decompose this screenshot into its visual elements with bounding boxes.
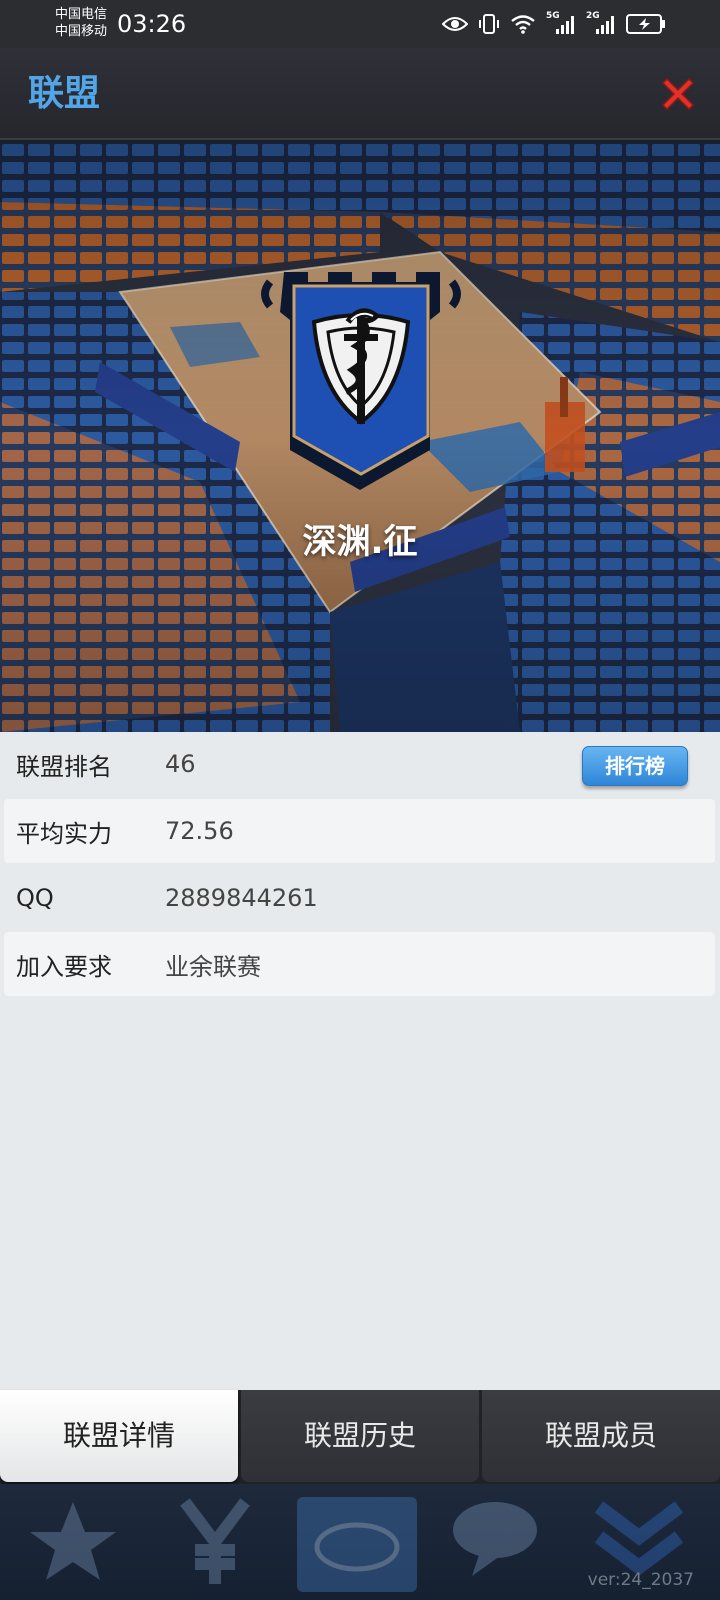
tab-league-details[interactable]: 联盟详情 [0,1390,238,1482]
chat-icon[interactable] [440,1492,550,1592]
league-name: 深渊.征 [302,522,418,562]
league-emblem-icon [261,272,461,490]
qq-label: QQ [16,884,54,912]
rank-value: 46 [165,750,196,778]
court-icon[interactable] [292,1492,422,1592]
bottom-nav: ver:24_2037 [0,1484,720,1600]
yen-icon[interactable] [160,1492,270,1592]
league-banner: 深渊.征 [0,142,720,732]
info-row-qq: QQ 2889844261 [4,866,715,930]
carrier-1: 中国电信 [55,7,108,22]
carrier-info: 中国电信 中国移动 [55,6,107,40]
star-icon[interactable] [18,1492,128,1592]
signal-2g-icon: 2G [586,11,616,35]
app-root: 中国电信 中国移动 03:26 5G 2G 联盟 深渊.征 联盟排名 46 排行… [0,0,720,1600]
rank-label: 联盟排名 [16,752,112,781]
status-bar: 中国电信 中国移动 03:26 5G 2G [0,0,720,48]
strength-value: 72.56 [165,817,234,845]
status-icons: 5G 2G [442,11,666,36]
league-info-panel: 联盟排名 46 排行榜 平均实力 72.56 QQ 2889844261 加入要… [0,732,720,1392]
info-row-rank: 联盟排名 46 排行榜 [4,732,715,796]
tab-league-members[interactable]: 联盟成员 [482,1390,720,1482]
strength-label: 平均实力 [16,819,112,848]
info-row-strength: 平均实力 72.56 [4,799,715,863]
page-title: 联盟 [28,73,101,114]
requirement-value: 业余联赛 [165,952,261,981]
leaderboard-button[interactable]: 排行榜 [582,746,688,786]
version-label: ver:24_2037 [587,1570,694,1590]
qq-value: 2889844261 [165,884,318,912]
info-row-requirement: 加入要求 业余联赛 [4,932,715,996]
carrier-2: 中国移动 [55,24,108,39]
vibrate-icon [479,14,499,34]
wifi-icon [511,15,535,34]
eye-icon [442,17,468,31]
battery-charging-icon [626,14,665,34]
page-header: 联盟 [0,48,720,140]
league-tabs: 联盟详情 联盟历史 联盟成员 [0,1390,720,1484]
close-icon[interactable] [656,72,700,116]
tab-league-history[interactable]: 联盟历史 [241,1390,479,1482]
requirement-label: 加入要求 [16,952,112,981]
status-time: 03:26 [117,10,187,38]
signal-5g-icon: 5G [546,11,576,35]
